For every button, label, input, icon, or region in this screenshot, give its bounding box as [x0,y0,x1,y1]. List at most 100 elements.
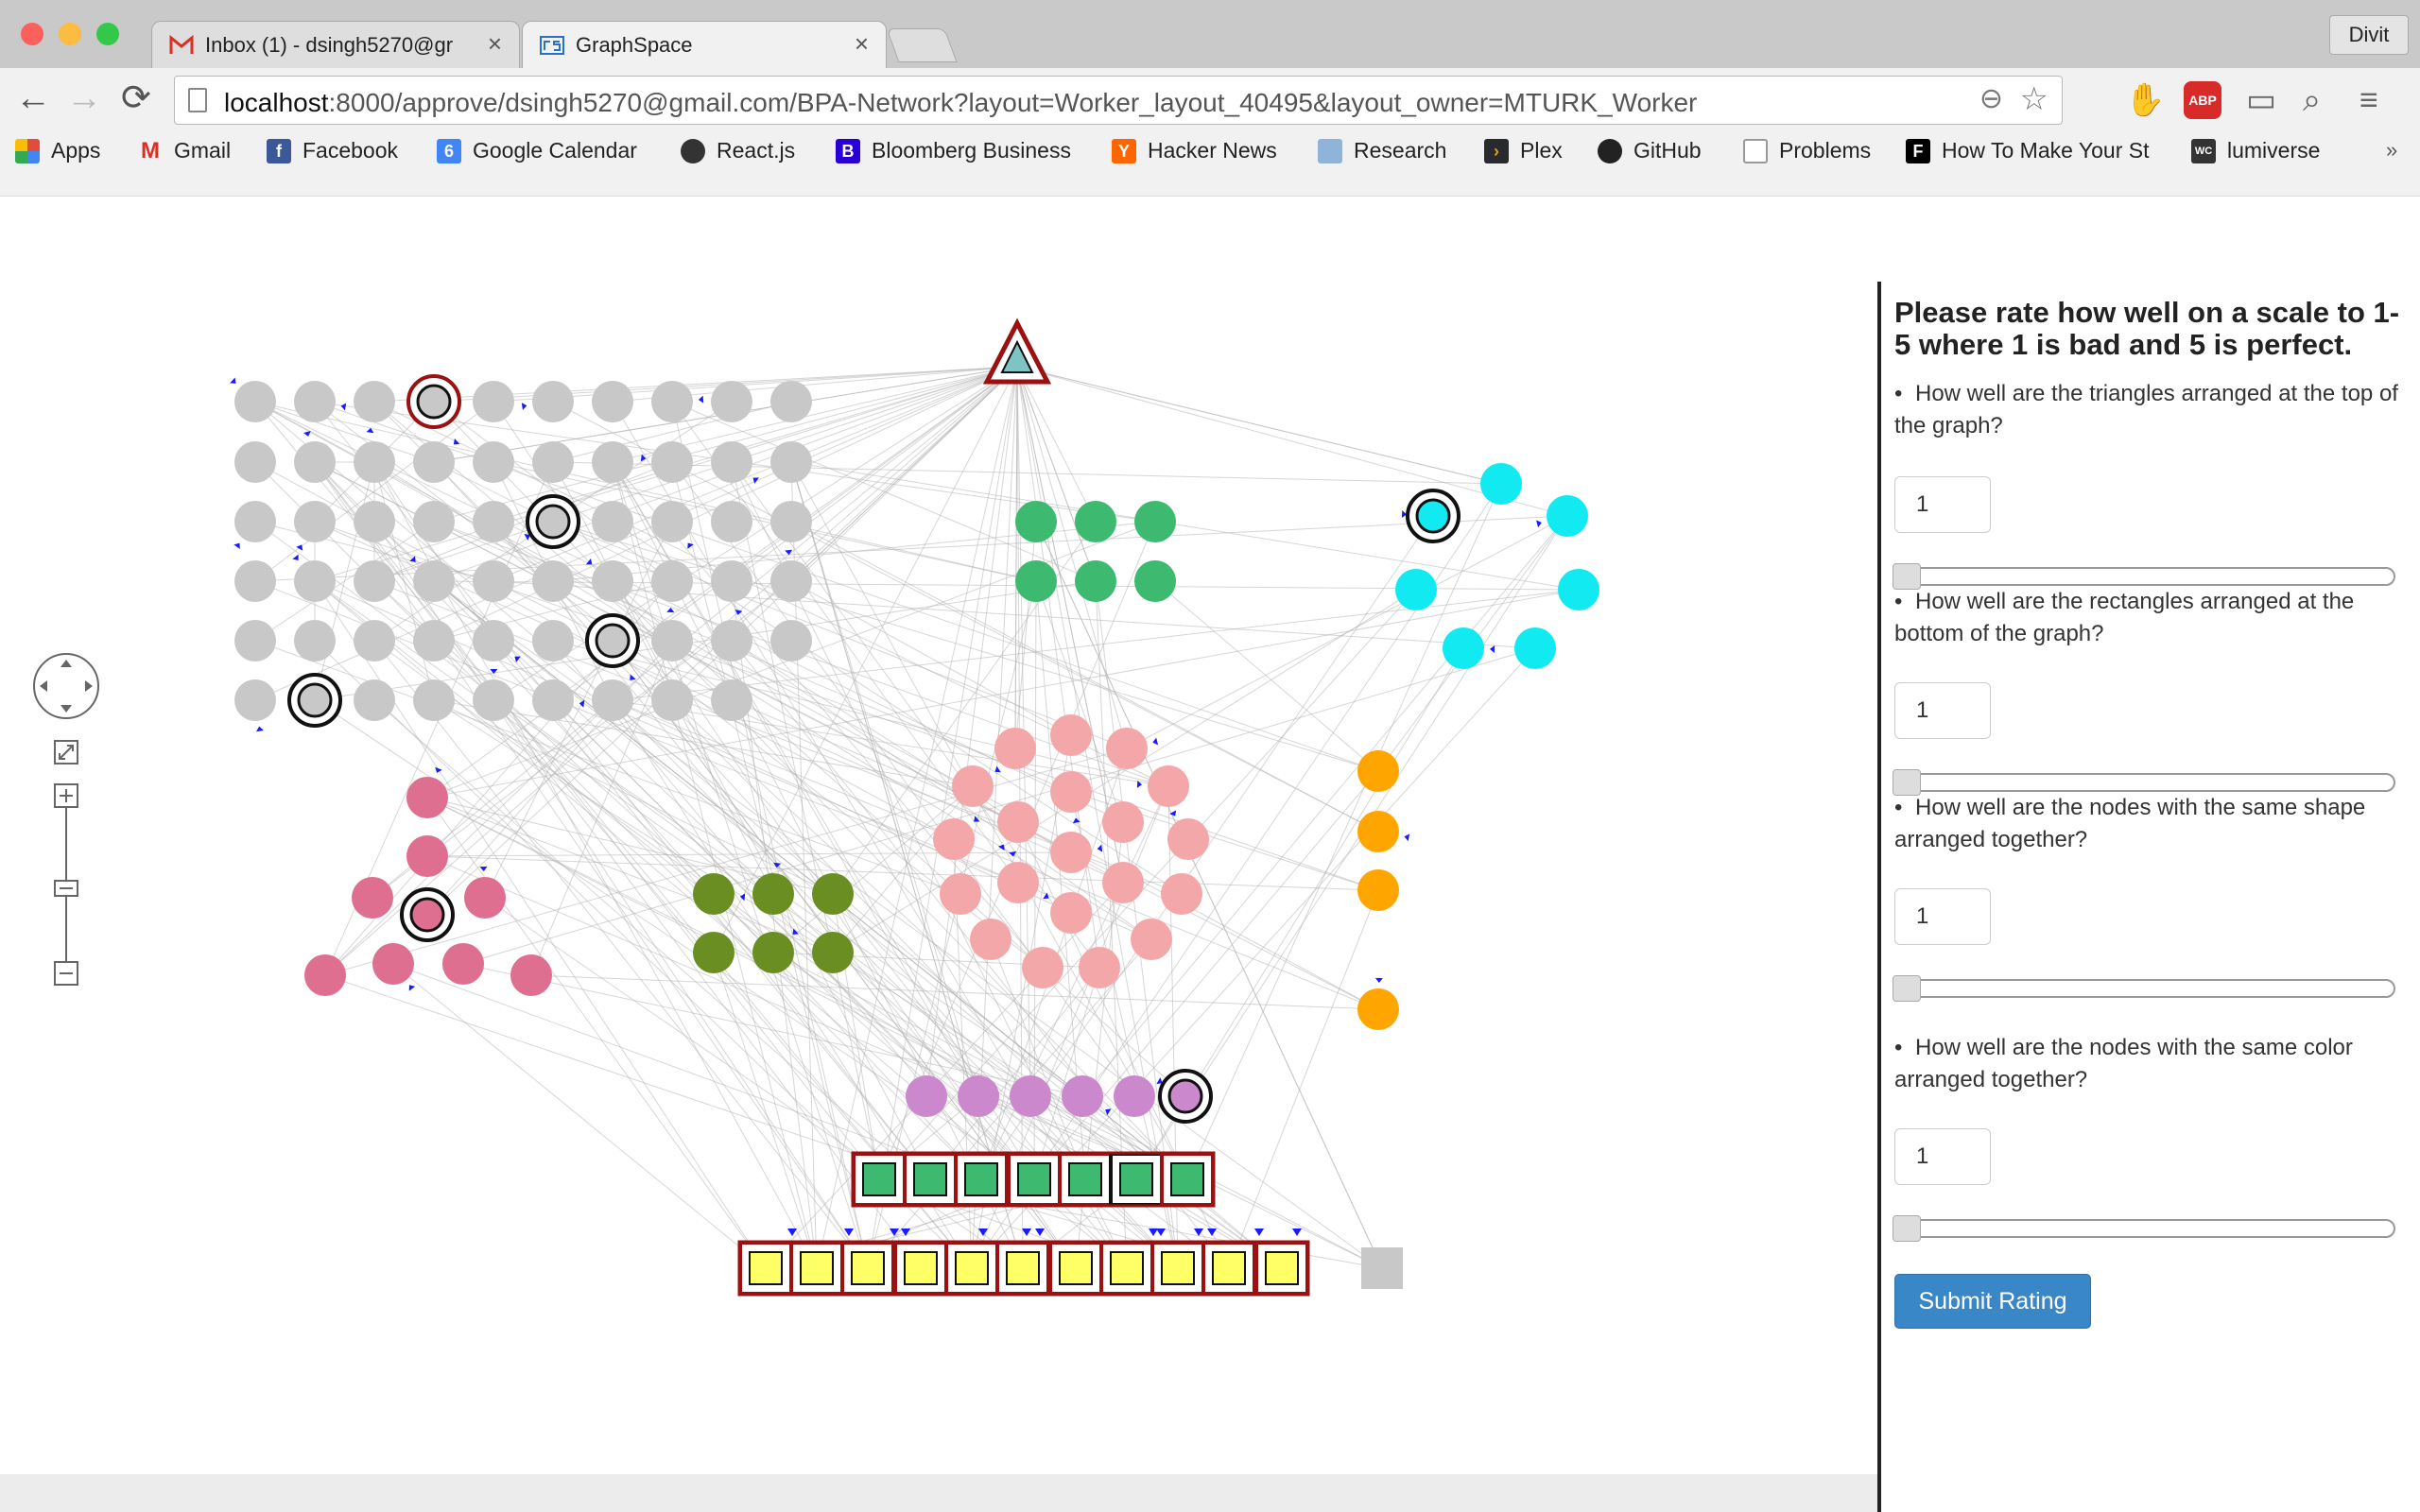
gray-node[interactable] [473,501,514,542]
bookmark-research[interactable]: Research [1318,138,1446,163]
gray-node[interactable] [592,441,633,483]
green-node[interactable] [1015,560,1057,602]
green-square-node[interactable] [1068,1162,1102,1196]
close-window-icon[interactable] [21,23,43,45]
gray-node[interactable] [651,620,693,662]
bookmark-google-calendar[interactable]: 6 Google Calendar [437,138,637,163]
gray-node[interactable] [651,560,693,602]
orange-node[interactable] [1357,750,1399,792]
olive-node[interactable] [693,932,735,973]
yellow-square-node[interactable] [955,1251,989,1285]
zoom-slider-handle[interactable] [54,880,78,897]
gray-node[interactable] [651,679,693,721]
gray-square-node[interactable] [1361,1247,1403,1289]
gray-node[interactable] [473,560,514,602]
bookmark-github[interactable]: GitHub [1598,138,1702,163]
slider-thumb[interactable] [1893,975,1921,1002]
gray-node[interactable] [770,560,812,602]
gray-node[interactable] [651,501,693,542]
magenta-node[interactable] [510,954,552,996]
zoom-in-icon[interactable] [54,783,78,808]
bookmark-bloomberg[interactable]: B Bloomberg Business [836,138,1071,163]
bookmark-plex[interactable]: › Plex [1484,138,1563,163]
cyan-node[interactable] [1547,495,1588,537]
magenta-node[interactable] [442,943,484,985]
green-node[interactable] [1134,501,1176,542]
pink-node[interactable] [1102,801,1144,843]
gray-node[interactable] [234,381,276,422]
pink-node[interactable] [997,862,1039,903]
rating-slider-4[interactable] [1893,1215,2395,1242]
gray-node[interactable] [297,682,333,718]
address-bar[interactable]: localhost:8000/approve/dsingh5270@gmail.… [174,76,2063,125]
cast-icon[interactable]: ▭ [2246,81,2276,119]
yellow-square-node[interactable] [1059,1251,1093,1285]
green-node[interactable] [1075,501,1116,542]
green-square-node[interactable] [862,1162,896,1196]
gray-node[interactable] [770,501,812,542]
gray-node[interactable] [234,679,276,721]
gray-node[interactable] [770,441,812,483]
yellow-square-node[interactable] [1110,1251,1144,1285]
inspect-icon[interactable]: ⌕ [2303,81,2321,119]
new-tab-button[interactable] [886,28,958,62]
yellow-square-node[interactable] [800,1251,834,1285]
gray-node[interactable] [413,620,455,662]
gray-node[interactable] [473,381,514,422]
pan-control[interactable] [33,653,99,719]
rating-slider-3[interactable] [1893,975,2395,1002]
bookmark-facebook[interactable]: f Facebook [267,138,398,163]
cyan-node[interactable] [1480,463,1522,505]
green-node[interactable] [1015,501,1057,542]
gray-node[interactable] [294,441,336,483]
gray-node[interactable] [234,620,276,662]
bookmark-lumiverse[interactable]: WC lumiverse [2191,138,2320,163]
gray-node[interactable] [711,620,752,662]
bookmark-star-icon[interactable]: ☆ [2020,80,2048,118]
pink-node[interactable] [1050,832,1092,873]
gray-node[interactable] [651,381,693,422]
minimize-window-icon[interactable] [59,23,81,45]
pink-node[interactable] [940,873,981,915]
gray-node[interactable] [473,679,514,721]
rating-input-4[interactable]: 1 [1894,1128,1991,1185]
pink-node[interactable] [1022,947,1063,988]
pink-node[interactable] [1102,862,1144,903]
yellow-square-node[interactable] [1006,1251,1040,1285]
more-bookmarks-icon[interactable]: » [2386,138,2397,163]
green-square-node[interactable] [1119,1162,1153,1196]
gray-node[interactable] [592,501,633,542]
menu-icon[interactable]: ≡ [2360,81,2378,119]
green-square-node[interactable] [1017,1162,1051,1196]
olive-node[interactable] [752,873,794,915]
gray-node[interactable] [535,504,571,540]
pink-node[interactable] [933,818,975,860]
cyan-node[interactable] [1415,498,1451,534]
magenta-node[interactable] [464,877,506,919]
zoom-out-icon[interactable] [54,961,78,986]
gray-node[interactable] [294,381,336,422]
network-graph[interactable] [0,197,1877,1474]
rating-input-2[interactable]: 1 [1894,682,1991,739]
yellow-square-node[interactable] [851,1251,885,1285]
submit-rating-button[interactable]: Submit Rating [1894,1274,2091,1329]
green-square-node[interactable] [1170,1162,1204,1196]
pink-node[interactable] [1106,728,1148,769]
gray-node[interactable] [532,620,574,662]
gray-node[interactable] [354,381,395,422]
pink-node[interactable] [1079,947,1120,988]
gray-node[interactable] [354,620,395,662]
rating-input-1[interactable]: 1 [1894,476,1991,533]
pink-node[interactable] [1167,818,1209,860]
close-tab-icon[interactable]: × [855,29,869,59]
back-arrow-icon[interactable]: ← [15,79,51,117]
gray-node[interactable] [234,501,276,542]
magenta-node[interactable] [304,954,346,996]
cyan-node[interactable] [1395,569,1437,610]
olive-node[interactable] [812,873,854,915]
adblock-plus-icon[interactable]: ABP [2184,81,2221,119]
slider-thumb[interactable] [1893,1215,1921,1242]
magenta-node[interactable] [409,897,445,933]
pink-node[interactable] [1050,771,1092,813]
tab-graphspace[interactable]: GraphSpace × [522,21,887,68]
